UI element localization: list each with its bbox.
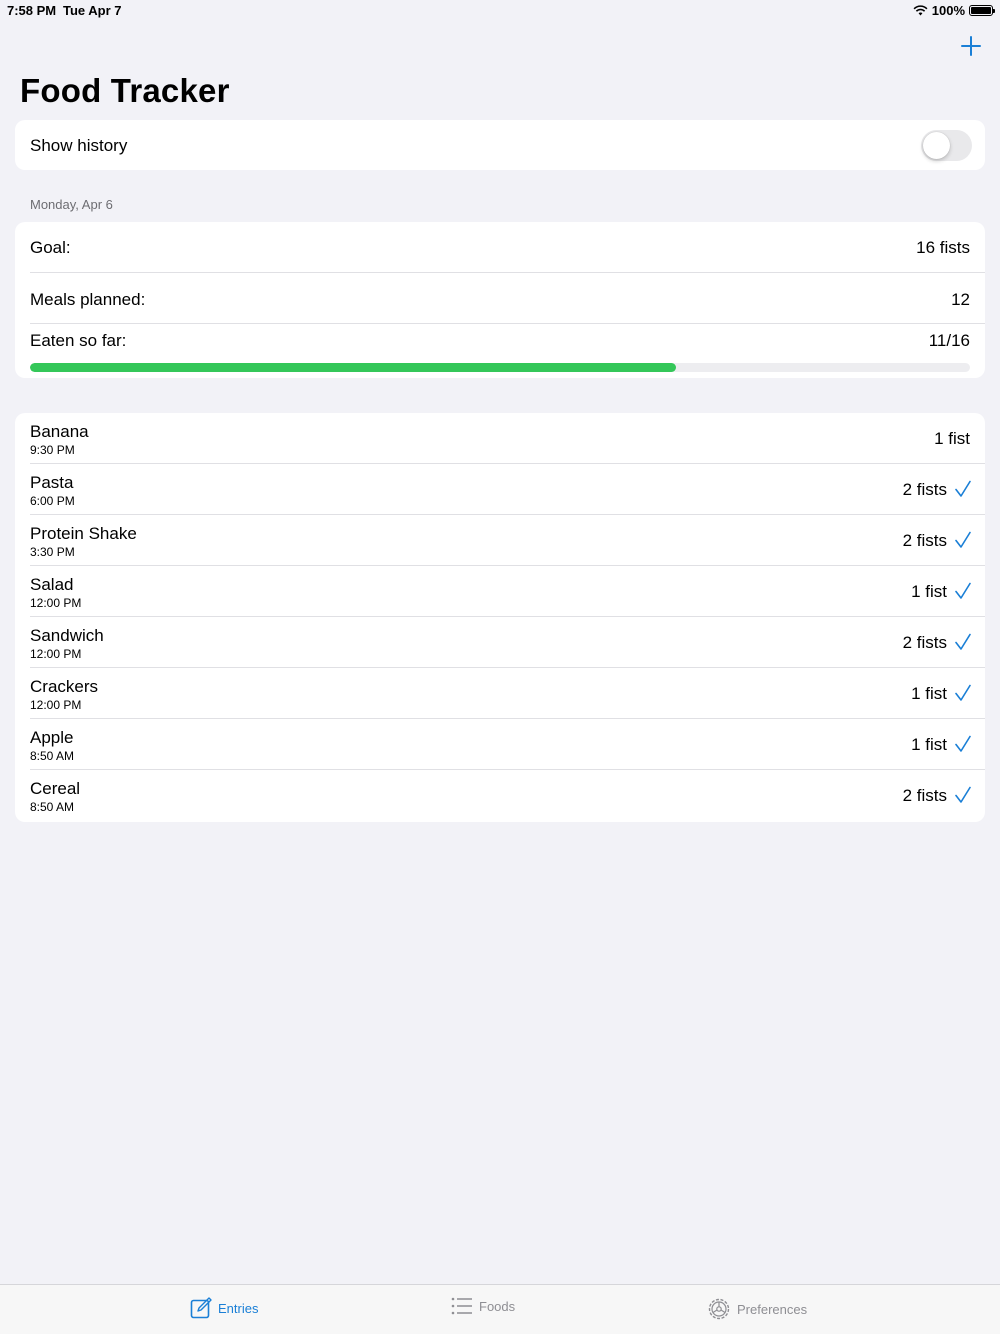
food-entry-name: Apple <box>30 728 74 747</box>
food-entry-time: 6:00 PM <box>30 494 75 508</box>
checkmark-icon <box>955 531 971 548</box>
food-entry-name: Protein Shake <box>30 524 137 543</box>
divider <box>30 323 985 324</box>
status-time: 7:58 PM <box>7 3 57 18</box>
meals-planned-label: Meals planned: <box>30 290 146 309</box>
tab-foods[interactable]: Foods <box>451 1297 515 1315</box>
tab-entries[interactable]: Entries <box>190 1297 258 1319</box>
food-entry-row[interactable]: Salad 12:00 PM 1 fist <box>15 566 985 617</box>
checkmark-icon <box>955 582 971 599</box>
checkmark-icon <box>955 633 971 650</box>
food-entry-time: 9:30 PM <box>30 443 75 457</box>
food-entry-amount: 2 fists <box>902 786 947 805</box>
food-entry-amount: 2 fists <box>902 633 947 652</box>
food-entry-amount: 1 fist <box>911 582 947 601</box>
add-entry-button[interactable] <box>955 30 987 62</box>
history-card: Show history <box>15 120 985 170</box>
plus-icon <box>961 36 981 56</box>
food-entry-row[interactable]: Pasta 6:00 PM 2 fists <box>15 464 985 515</box>
food-entry-time: 8:50 AM <box>30 749 75 763</box>
food-entry-time: 8:50 AM <box>30 800 75 814</box>
food-entry-amount: 1 fist <box>934 429 970 448</box>
eaten-progress-fill <box>30 363 677 372</box>
meals-planned-value: 12 <box>951 290 970 309</box>
eaten-label: Eaten so far: <box>30 331 127 350</box>
battery-icon <box>969 5 995 16</box>
goal-value: 16 fists <box>916 238 970 257</box>
food-entry-row[interactable]: Sandwich 12:00 PM 2 fists <box>15 617 985 668</box>
food-entry-time: 12:00 PM <box>30 698 82 712</box>
status-right: 100% <box>913 3 995 18</box>
divider <box>30 272 985 273</box>
checkmark-icon <box>955 684 971 701</box>
goal-label: Goal: <box>30 238 71 257</box>
show-history-toggle[interactable] <box>921 130 972 161</box>
status-date: Tue Apr 7 <box>63 3 122 18</box>
checkmark-icon <box>955 735 971 752</box>
status-bar: 7:58 PM Tue Apr 7 100% <box>0 0 1000 22</box>
section-date-header: Monday, Apr 6 <box>30 197 113 212</box>
list-icon <box>451 1297 472 1315</box>
compose-icon <box>190 1297 212 1319</box>
gear-icon <box>708 1298 730 1320</box>
food-entry-amount: 1 fist <box>911 684 947 703</box>
eaten-value: 11/16 <box>928 331 970 350</box>
food-entry-time: 12:00 PM <box>30 596 82 610</box>
food-entry-row[interactable]: Crackers 12:00 PM 1 fist <box>15 668 985 719</box>
tab-preferences-label: Preferences <box>737 1301 808 1317</box>
tab-bar: Entries Foods Preferences <box>0 1284 1000 1334</box>
checkmark-icon <box>955 480 971 497</box>
tab-entries-label: Entries <box>218 1300 259 1316</box>
checkmark-icon <box>955 786 971 803</box>
food-entry-row[interactable]: Banana 9:30 PM 1 fist <box>15 413 985 464</box>
food-entry-row[interactable]: Apple 8:50 AM 1 fist <box>15 719 985 770</box>
food-entry-name: Sandwich <box>30 626 104 645</box>
food-entry-time: 3:30 PM <box>30 545 75 559</box>
wifi-icon <box>913 5 928 16</box>
entries-list: Banana 9:30 PM 1 fist Pasta 6:00 PM 2 fists Pr… <box>15 413 985 822</box>
tab-preferences[interactable]: Preferences <box>707 1297 807 1321</box>
food-entry-row[interactable]: Cereal 8:50 AM 2 fists <box>15 770 985 821</box>
summary-card: Goal: 16 fists Meals planned: 12 Eaten s… <box>15 222 985 378</box>
food-entry-row[interactable]: Protein Shake 3:30 PM 2 fists <box>15 515 985 566</box>
food-entry-amount: 1 fist <box>911 735 947 754</box>
tab-foods-label: Foods <box>479 1298 516 1314</box>
food-entry-name: Banana <box>30 422 89 441</box>
food-entry-amount: 2 fists <box>902 531 947 550</box>
food-entry-name: Crackers <box>30 677 99 696</box>
food-entry-name: Salad <box>30 575 74 594</box>
eaten-progress-bar <box>30 363 970 372</box>
food-entry-time: 12:00 PM <box>30 647 82 661</box>
show-history-label: Show history <box>30 136 128 155</box>
battery-percent: 100% <box>931 3 965 18</box>
food-entry-amount: 2 fists <box>902 480 947 499</box>
page-title: Food Tracker <box>20 72 230 109</box>
food-entry-name: Pasta <box>30 473 74 492</box>
food-entry-name: Cereal <box>30 779 81 798</box>
